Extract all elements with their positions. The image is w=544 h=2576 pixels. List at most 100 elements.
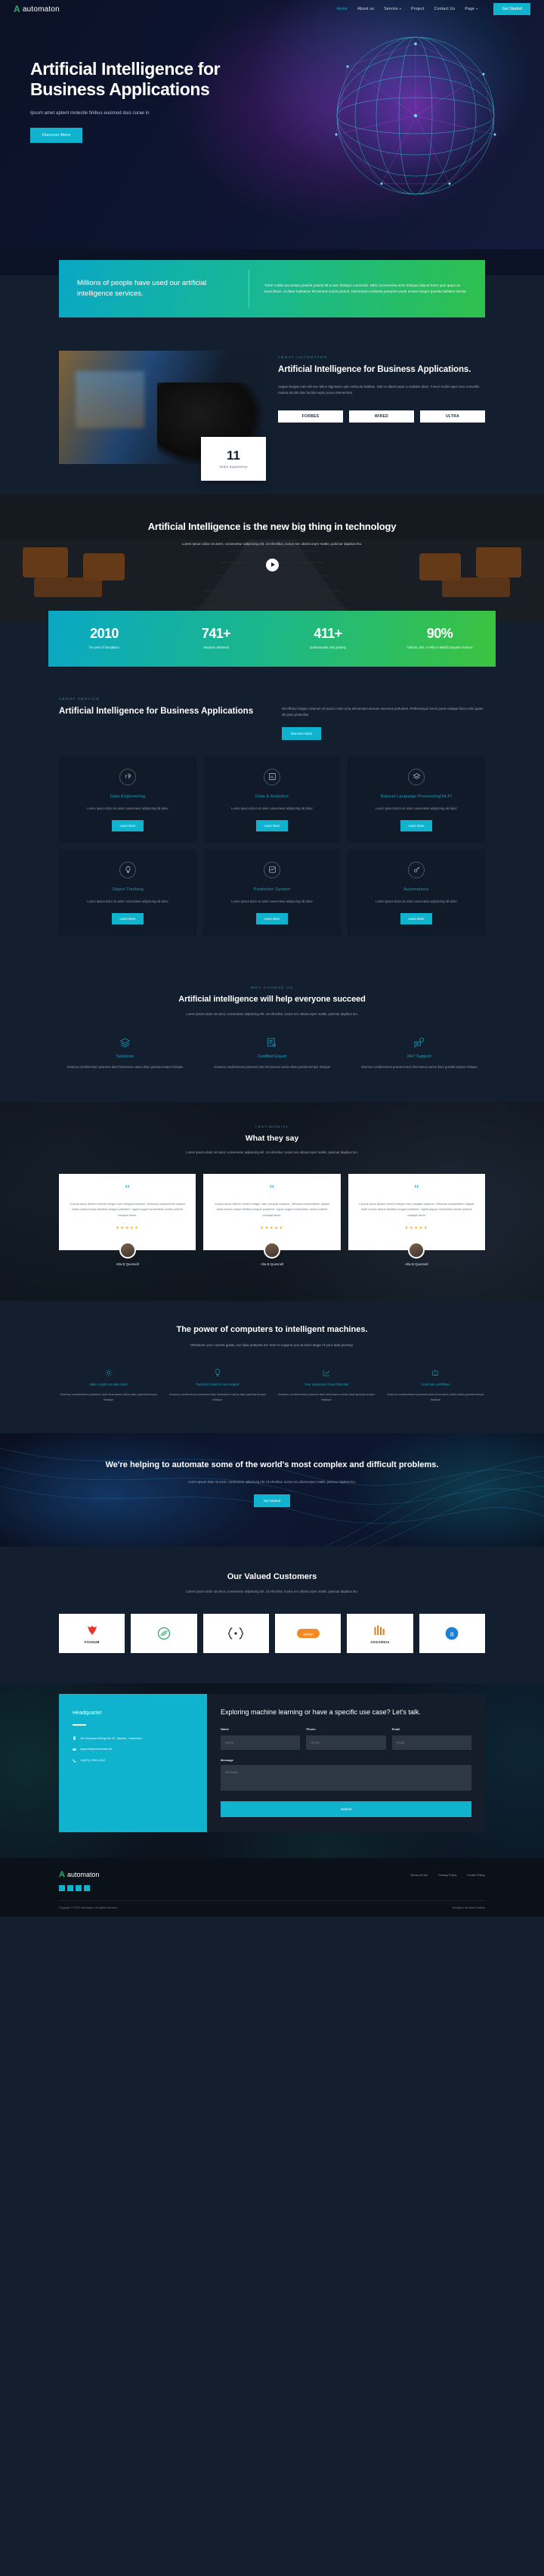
service-learn-more-button[interactable]: Learn More — [111, 912, 144, 924]
power-item-text: Vivamus condimentum praesent duis himena… — [168, 1393, 267, 1402]
footer-logo[interactable]: A automaton — [59, 1870, 99, 1879]
nav-item-about[interactable]: About us — [357, 7, 374, 11]
hero-discover-button[interactable]: Discover More — [30, 127, 83, 143]
rating-stars: ★★★★★ — [260, 1225, 284, 1231]
why-item: 24/7 Support Vivamus condimentum praesen… — [353, 1037, 485, 1070]
message-textarea[interactable] — [221, 1764, 471, 1791]
footer-link-privacy[interactable]: Privacy Policy — [438, 1873, 456, 1877]
service-card[interactable]: Data & Analytics Lorem ipsum dolor sit a… — [203, 756, 341, 843]
stat-value: 741+ — [201, 626, 231, 642]
phone-field-group: Phone — [306, 1727, 386, 1750]
nav-item-page[interactable]: Page ▾ — [465, 7, 478, 11]
copyright-text: Copyright © 2022 automaton. All rights r… — [59, 1906, 118, 1909]
services-section: ABOUT SERVICE Artificial Intelligence fo… — [0, 683, 544, 966]
email-field-group: Email — [391, 1726, 471, 1750]
service-learn-more-button[interactable]: Learn More — [400, 912, 433, 924]
service-learn-more-button[interactable]: Learn More — [400, 819, 433, 831]
facebook-icon[interactable] — [59, 1884, 65, 1891]
site-footer: A automaton Terms of Use Privacy Policy … — [0, 1857, 544, 1917]
avatar — [119, 1241, 136, 1259]
testimonials-content: TESTIMONIAL What they say Lorem ipsum do… — [59, 1125, 485, 1266]
why-item-text: Vivamus condimentum praesent duis himena… — [360, 1064, 478, 1069]
phone-icon — [73, 1759, 76, 1763]
why-item-title: 24/7 Support — [406, 1054, 431, 1059]
phone-input[interactable] — [306, 1735, 386, 1750]
email-input[interactable] — [391, 1735, 471, 1750]
linkedin-icon[interactable] — [84, 1884, 90, 1891]
nav-item-home[interactable]: Home — [336, 7, 348, 11]
power-description: Whatever your current goals, our data an… — [190, 1342, 354, 1347]
email-text[interactable]: support@yourdomain.tld — [80, 1747, 112, 1751]
services-eyebrow: ABOUT SERVICE — [59, 697, 100, 701]
service-learn-more-button[interactable]: Learn More — [255, 912, 289, 924]
address-row: Jln Cempaka Wangi No 22, Jakarta - Indon… — [73, 1736, 193, 1741]
service-learn-more-button[interactable]: Learn More — [111, 819, 144, 831]
service-card[interactable]: Data Engineering Lorem ipsum dolor sit a… — [59, 756, 196, 843]
customers-description: Lorem ipsum dolor sit amet, consectetur … — [186, 1590, 358, 1594]
service-learn-more-button[interactable]: Learn More — [255, 819, 289, 831]
about-content: ABOUT AUTOMATON Artificial Intelligence … — [278, 351, 485, 464]
stat-value: 2010 — [90, 626, 119, 642]
experience-badge: 11 Years Experience — [201, 437, 266, 481]
gear-icon — [59, 1368, 158, 1377]
email-label: Email — [391, 1726, 400, 1731]
services-header-left: ABOUT SERVICE Artificial Intelligence fo… — [59, 697, 262, 718]
name-field-group: Name — [221, 1727, 301, 1750]
certificate-icon — [206, 1037, 338, 1048]
robot-icon — [386, 1368, 485, 1377]
footer-link-terms[interactable]: Terms of Use — [410, 1873, 428, 1877]
instagram-icon[interactable] — [76, 1884, 82, 1891]
press-logo-ultra: ULTRA — [420, 410, 485, 423]
message-field-group: Message — [221, 1758, 471, 1794]
stat-item: 2010 the year of foundation — [48, 627, 160, 651]
press-logo-wired: WIRED — [349, 410, 414, 423]
leaf-circle-icon — [156, 1626, 172, 1641]
twitter-icon[interactable] — [67, 1884, 73, 1891]
headquarter-card: Headquarter Jln Cempaka Wangi No 22, Jak… — [59, 1693, 207, 1832]
service-title: Object Tracking — [112, 887, 144, 892]
power-item-text: Vivamus condimentum praesent duis himena… — [277, 1393, 376, 1402]
nav-item-contact[interactable]: Contact Us — [434, 7, 456, 11]
why-item-title: Solutions — [116, 1054, 134, 1059]
service-card[interactable]: Object Tracking Lorem ipsum dolor sit am… — [59, 849, 196, 936]
nav-item-project[interactable]: Project — [411, 7, 425, 11]
customers-section: Our Valued Customers Lorem ipsum dolor s… — [0, 1547, 544, 1683]
press-logo-forbes: FORBES — [278, 410, 343, 423]
brand-logo[interactable]: A automaton — [14, 5, 60, 14]
nav-item-service[interactable]: Service ▾ — [384, 7, 401, 11]
play-icon[interactable] — [265, 558, 279, 571]
power-item-title: Transform data for real insights — [195, 1382, 240, 1387]
footer-link-cookie[interactable]: Cookie Policy — [467, 1873, 485, 1877]
headquarter-rule — [73, 1723, 86, 1726]
get-started-button[interactable]: Get Started — [493, 3, 530, 15]
about-text: Augue feugiat nam elit nec tellus dignis… — [278, 384, 480, 395]
name-input[interactable] — [221, 1735, 301, 1750]
power-item: Make a light out data starts Vivamus con… — [59, 1368, 158, 1403]
stats-section: 2010 the year of foundation 741+ solutio… — [0, 611, 544, 683]
services-discover-button[interactable]: Discover More — [282, 726, 322, 740]
submit-button[interactable]: Submit — [221, 1800, 471, 1817]
contact-section: Headquarter Jln Cempaka Wangi No 22, Jak… — [0, 1683, 544, 1858]
phone-row: +(6221) 2002-2012 — [73, 1758, 193, 1763]
bars-icon — [373, 1623, 387, 1638]
contact-form: Exploring machine learning or have a spe… — [207, 1693, 485, 1832]
testimonials-section: TESTIMONIAL What they say Lorem ipsum do… — [0, 1101, 544, 1301]
customer-logo — [202, 1613, 269, 1653]
service-card[interactable]: Natural Language Processing(NLP) Lorem i… — [348, 756, 485, 843]
quote-icon: “ — [269, 1182, 275, 1195]
power-grid: Make a light out data starts Vivamus con… — [59, 1368, 485, 1403]
testimonial-name: Alta B Quesnell — [260, 1262, 284, 1266]
automate-get-started-button[interactable]: Get Started — [253, 1494, 291, 1507]
services-description: Sit efficitur integer vivamus vel auctor… — [282, 707, 484, 717]
service-text: Lorem ipsum dolor sit amet consectetur a… — [231, 899, 313, 904]
bar-chart-icon — [264, 768, 280, 785]
services-grid: Data Engineering Lorem ipsum dolor sit a… — [59, 756, 485, 936]
service-card[interactable]: Automations Lorem ipsum dolor sit amet c… — [348, 849, 485, 936]
site-header: A automaton Home About us Service ▾ Proje… — [0, 0, 544, 18]
service-card[interactable]: Prediction System Lorem ipsum dolor sit … — [203, 849, 341, 936]
gear-key-icon — [408, 861, 425, 878]
phone-text[interactable]: +(6221) 2002-2012 — [80, 1758, 105, 1763]
address-text: Jln Cempaka Wangi No 22, Jakarta - Indon… — [80, 1735, 142, 1740]
about-section: 11 Years Experience ABOUT AUTOMATON Arti… — [0, 328, 544, 494]
brackets-icon — [227, 1626, 244, 1641]
